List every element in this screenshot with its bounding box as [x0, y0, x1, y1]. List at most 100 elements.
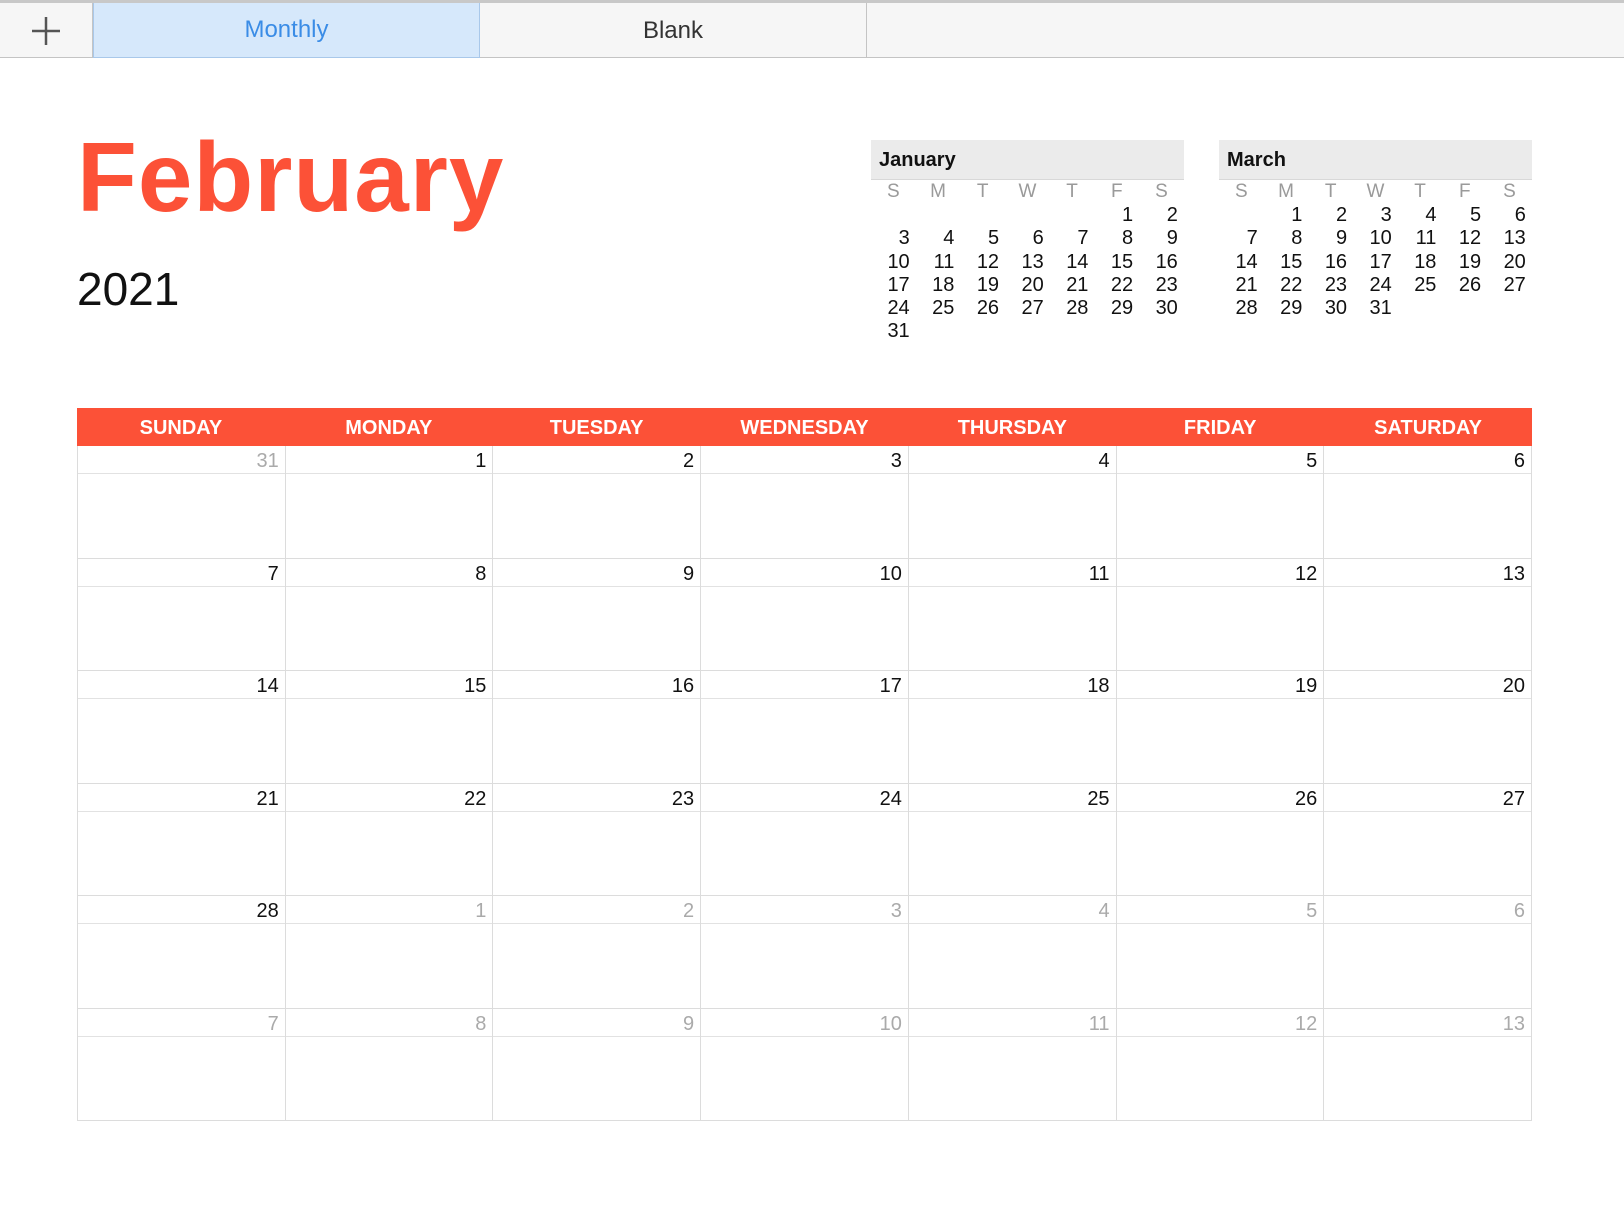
day-number: 1: [285, 446, 493, 474]
mini-day: 27: [1503, 273, 1526, 296]
day-cell[interactable]: 9: [493, 1008, 702, 1121]
day-cell[interactable]: 5: [1116, 896, 1325, 1009]
day-cell[interactable]: 2: [493, 896, 702, 1009]
day-number: 11: [908, 1009, 1116, 1037]
tab-monthly[interactable]: Monthly: [93, 3, 480, 58]
day-number: 26: [1116, 784, 1324, 812]
mini-day: [1005, 204, 1050, 227]
day-number: 7: [78, 1009, 285, 1037]
day-cell[interactable]: 7: [78, 558, 286, 671]
day-cell[interactable]: 6: [1324, 896, 1532, 1009]
mini-day: [916, 204, 961, 227]
mini-day: 29: [1110, 297, 1134, 320]
mini-weekday-label: S: [1235, 181, 1248, 202]
mini-day: 26: [1458, 273, 1482, 296]
day-cell[interactable]: 10: [701, 1008, 909, 1121]
day-cell[interactable]: 17: [701, 671, 909, 784]
day-number: 4: [908, 446, 1116, 474]
day-cell[interactable]: 6: [1324, 446, 1532, 559]
weekday-header: SUNDAY MONDAY TUESDAY WEDNESDAY THURSDAY FRID…: [77, 408, 1532, 446]
mini-day: 7: [1077, 227, 1089, 250]
mini-weekday-label: F: [1110, 181, 1123, 202]
mini-day: 5: [1470, 204, 1482, 226]
day-cell[interactable]: 7: [78, 1008, 286, 1121]
mini-day: 17: [887, 273, 910, 296]
day-number: 18: [908, 671, 1116, 699]
day-cell[interactable]: 3: [701, 446, 909, 559]
add-sheet-button[interactable]: [0, 3, 93, 58]
mini-day: 14: [1066, 250, 1089, 273]
day-number: 2: [493, 446, 701, 474]
day-cell[interactable]: 8: [285, 558, 494, 671]
day-number: 22: [285, 784, 493, 812]
day-cell[interactable]: 24: [701, 783, 909, 896]
plus-icon: [32, 16, 60, 45]
day-cell[interactable]: 16: [493, 671, 702, 784]
day-cell[interactable]: 27: [1324, 783, 1532, 896]
day-number: 3: [701, 446, 908, 474]
day-cell[interactable]: 10: [701, 558, 909, 671]
mini-calendar-january: January S M T W T F S 1 2 3 4 5 6 7 8 9 10 11 12 13 14 15 16 17…: [871, 140, 1184, 344]
mini-day: 1: [1291, 204, 1303, 226]
mini-day: 4: [1425, 204, 1437, 226]
mini-day: 14: [1235, 250, 1258, 273]
mini-weekday-label: S: [887, 181, 900, 202]
day-cell[interactable]: 5: [1116, 446, 1325, 559]
day-cell[interactable]: 2: [493, 446, 702, 559]
day-number: 17: [701, 671, 908, 699]
day-cell[interactable]: 8: [285, 1008, 494, 1121]
mini-day: 2: [1166, 204, 1178, 226]
day-number: 13: [1324, 559, 1531, 587]
day-cell[interactable]: 22: [285, 783, 494, 896]
weekday-label: WEDNESDAY: [740, 417, 869, 439]
mini-day: 21: [1235, 273, 1258, 296]
month-title: February: [77, 122, 505, 232]
weekday-label: THURSDAY: [957, 417, 1067, 439]
day-number: 9: [493, 1009, 701, 1037]
day-cell[interactable]: 31: [78, 446, 286, 559]
day-cell[interactable]: 1: [285, 446, 494, 559]
mini-weekday-label: S: [1503, 181, 1516, 202]
day-cell[interactable]: 13: [1324, 558, 1532, 671]
mini-day: 24: [1369, 273, 1392, 296]
mini-weekday-label: T: [1066, 181, 1078, 202]
day-cell[interactable]: 19: [1116, 671, 1325, 784]
day-cell[interactable]: 11: [908, 558, 1117, 671]
mini-day: 29: [1280, 297, 1303, 320]
day-cell[interactable]: 13: [1324, 1008, 1532, 1121]
day-number: 14: [78, 671, 285, 699]
mini-day: 15: [1280, 250, 1303, 273]
mini-day: 17: [1369, 250, 1392, 273]
day-cell[interactable]: 4: [908, 446, 1117, 559]
mini-day: 27: [1021, 297, 1044, 320]
day-cell[interactable]: 12: [1116, 558, 1325, 671]
tab-blank[interactable]: Blank: [480, 3, 867, 58]
mini-day: [871, 204, 916, 227]
mini-day: 3: [898, 227, 910, 250]
mini-day: 23: [1324, 273, 1348, 296]
mini-day: 10: [887, 250, 910, 273]
day-cell[interactable]: 20: [1324, 671, 1532, 784]
day-cell[interactable]: 21: [78, 783, 286, 896]
day-number: 6: [1324, 446, 1531, 474]
day-cell[interactable]: 15: [285, 671, 494, 784]
day-cell[interactable]: 3: [701, 896, 909, 1009]
mini-day: 19: [1458, 250, 1482, 273]
day-number: 6: [1324, 896, 1531, 924]
day-cell[interactable]: 4: [908, 896, 1117, 1009]
day-cell[interactable]: 9: [493, 558, 702, 671]
day-cell[interactable]: 12: [1116, 1008, 1325, 1121]
day-cell[interactable]: 23: [493, 783, 702, 896]
mini-day: 13: [1021, 250, 1044, 273]
day-cell[interactable]: 18: [908, 671, 1117, 784]
day-cell[interactable]: 11: [908, 1008, 1117, 1121]
day-number: 25: [908, 784, 1116, 812]
mini-day: 31: [1369, 297, 1392, 320]
day-cell[interactable]: 26: [1116, 783, 1325, 896]
day-cell[interactable]: 25: [908, 783, 1117, 896]
day-cell[interactable]: 14: [78, 671, 286, 784]
day-number: 4: [908, 896, 1116, 924]
day-cell[interactable]: 1: [285, 896, 494, 1009]
day-number: 1: [285, 896, 493, 924]
day-cell[interactable]: 28: [78, 896, 286, 1009]
